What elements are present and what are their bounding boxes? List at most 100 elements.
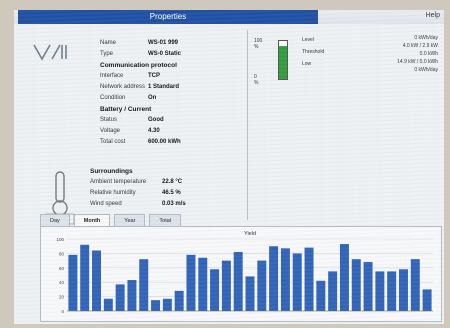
chart-bar xyxy=(398,269,408,311)
environment-key: Wind speed xyxy=(90,201,122,207)
chart-title: Yield xyxy=(244,231,256,237)
level-panel: 100 % 0 % Level Threshold Low 0 kWh/day … xyxy=(252,30,440,90)
chart-bar xyxy=(221,260,231,311)
chart-bar xyxy=(68,254,78,311)
battery-section-title: Battery / Current xyxy=(100,106,152,113)
environment-row: Wind speed 0.03 m/s xyxy=(90,201,240,212)
property-row: Status Good xyxy=(100,117,240,128)
environment-key: Relative humidity xyxy=(90,190,136,196)
device-properties: Name WS-01 999 Type WS-0 Static Communicat… xyxy=(100,40,240,150)
yield-chart: Yield 100 80 60 40 20 0 xyxy=(40,226,442,322)
chart-bar xyxy=(115,284,125,311)
application-window: Properties Help Name WS-01 999 Type WS-0 S… xyxy=(14,10,444,324)
chart-bar xyxy=(375,271,385,311)
property-value: WS-01 999 xyxy=(148,40,179,46)
chart-bar xyxy=(245,276,255,311)
property-row: Condition On xyxy=(100,95,240,106)
panel-divider xyxy=(247,30,248,220)
chart-bar xyxy=(174,290,184,311)
device-logo-icon xyxy=(33,44,67,61)
legend-item: Threshold xyxy=(302,49,325,55)
legend-item: Level xyxy=(302,37,314,43)
environment-section-title: Surroundings xyxy=(90,168,133,175)
chart-bar xyxy=(151,300,161,311)
stat-value: 0 kWh/day xyxy=(414,35,438,41)
environment-value: 22.8 °C xyxy=(162,179,183,185)
chart-bar xyxy=(186,254,196,311)
property-value: 600.00 kWh xyxy=(148,139,181,145)
y-tick-label: 0 xyxy=(61,309,64,314)
chart-bar xyxy=(162,298,172,311)
property-value: On xyxy=(148,95,157,101)
property-value: 4.30 xyxy=(148,128,160,134)
y-tick-label: 80 xyxy=(59,251,65,256)
chart-bar xyxy=(257,260,267,311)
communication-section-title: Communication protocol xyxy=(100,62,177,69)
property-row: Interface TCP xyxy=(100,73,240,84)
y-tick-label: 20 xyxy=(59,295,65,300)
chart-bar xyxy=(410,259,420,311)
stat-value: 14.9 kW / 0.0 kWh xyxy=(397,59,438,65)
property-row: Type WS-0 Static xyxy=(100,51,240,62)
property-key: Condition xyxy=(100,95,126,101)
legend-item: Low xyxy=(302,61,312,67)
chart-bar xyxy=(351,259,361,311)
chart-bar xyxy=(210,269,220,311)
environment-key: Ambient temperature xyxy=(90,179,147,185)
chart-bar xyxy=(269,246,279,311)
property-key: Name xyxy=(100,40,117,46)
energy-stats: 0 kWh/day 4.0 kW / 2.9 kW 0.0 kWh 14.9 k… xyxy=(397,34,438,74)
property-value: TCP xyxy=(148,73,160,79)
chart-bar xyxy=(103,298,113,311)
chart-bar xyxy=(328,271,338,311)
property-value: WS-0 Static xyxy=(148,51,182,57)
chart-bar xyxy=(316,280,326,311)
chart-bar xyxy=(304,247,314,311)
chart-bar xyxy=(92,250,102,311)
help-menu[interactable]: Help xyxy=(426,12,440,19)
y-tick-label: 40 xyxy=(59,280,65,285)
stat-value: 0.0 kWh xyxy=(419,51,438,57)
property-row: Network address 1 Standard xyxy=(100,84,240,95)
gauge-legend: Level Threshold Low xyxy=(302,34,324,70)
property-row: Name WS-01 999 xyxy=(100,40,240,51)
property-row: Total cost 600.00 kWh xyxy=(100,139,240,150)
property-key: Interface xyxy=(100,73,124,79)
property-key: Status xyxy=(100,117,118,123)
window-title: Properties xyxy=(18,10,318,24)
property-key: Voltage xyxy=(100,128,121,134)
chart-bar xyxy=(292,253,302,311)
chart-bar xyxy=(139,259,149,311)
property-value: Good xyxy=(148,117,164,123)
y-tick-label: 60 xyxy=(59,266,65,271)
chart-bar xyxy=(198,257,208,311)
level-gauge-fill xyxy=(279,46,287,79)
chart-bar xyxy=(280,248,290,311)
tank-tick-top: 100 % xyxy=(254,38,263,50)
chart-bar xyxy=(422,289,432,311)
chart-bar xyxy=(339,244,349,311)
property-key: Total cost xyxy=(100,139,126,145)
stat-value: 0 kWh/day xyxy=(414,67,438,73)
yield-chart-svg: Yield 100 80 60 40 20 0 xyxy=(56,231,433,314)
property-key: Type xyxy=(100,51,114,57)
chart-bar xyxy=(80,244,90,311)
tank-tick-bottom: 0 % xyxy=(254,74,259,86)
environment-value: 0.03 m/s xyxy=(162,201,186,207)
title-bar: Properties Help xyxy=(14,10,444,24)
device-properties-panel: Name WS-01 999 Type WS-0 Static Communicat… xyxy=(22,30,244,225)
property-value: 1 Standard xyxy=(148,84,180,90)
environment-readings: Surroundings Ambient temperature 22.8 °C … xyxy=(90,168,240,212)
level-gauge xyxy=(278,40,288,80)
y-tick-label: 100 xyxy=(56,237,64,242)
chart-bar xyxy=(127,280,137,311)
chart-bar xyxy=(233,251,243,311)
environment-row: Relative humidity 46.5 % xyxy=(90,190,240,201)
period-tabs: Day Month Year Total xyxy=(40,214,182,227)
chart-bar xyxy=(363,262,373,311)
property-row: Voltage 4.30 xyxy=(100,128,240,139)
chart-bar xyxy=(387,271,397,311)
environment-value: 46.5 % xyxy=(162,190,181,196)
property-key: Network address xyxy=(100,84,146,90)
stat-value: 4.0 kW / 2.9 kW xyxy=(402,43,438,49)
